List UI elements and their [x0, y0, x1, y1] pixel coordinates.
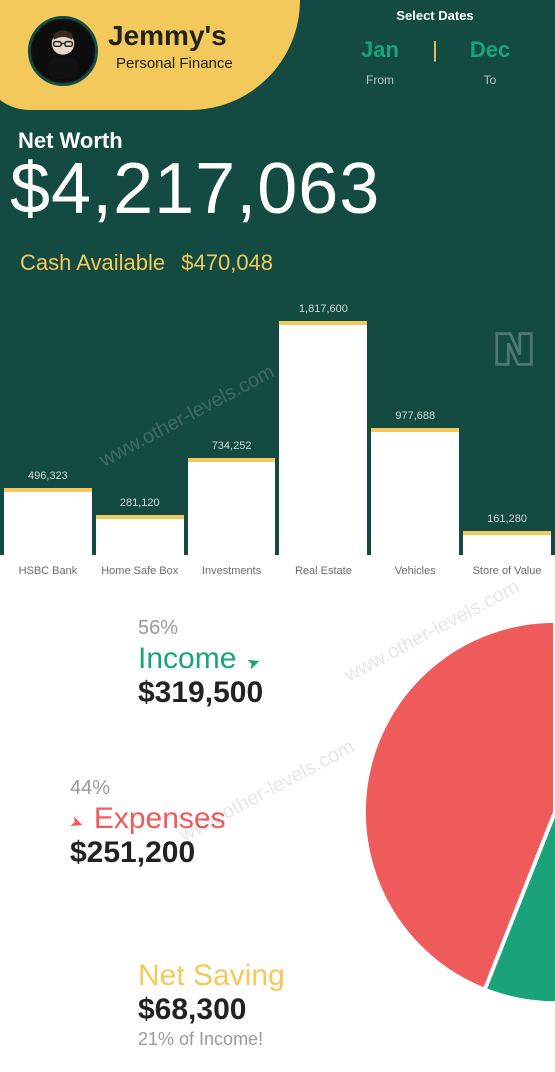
income-arrow-icon: ➤: [244, 651, 263, 674]
x-tick: Home Safe Box: [96, 565, 184, 577]
net-worth-value: $4,217,063: [10, 148, 380, 230]
expenses-title: Expenses: [94, 802, 226, 835]
income-pct: 56%: [138, 617, 263, 640]
x-tick: Store of Value: [463, 565, 551, 577]
date-from-value[interactable]: Jan: [340, 37, 420, 63]
x-tick: Vehicles: [371, 565, 459, 577]
avatar: [28, 16, 98, 86]
bar-value-label: 281,120: [96, 497, 184, 509]
date-to-value[interactable]: Dec: [450, 37, 530, 63]
expenses-pct: 44%: [70, 777, 226, 800]
date-from-label: From: [340, 73, 420, 87]
x-tick: Real Estate: [279, 565, 367, 577]
bar-investments: 734,252: [188, 458, 276, 555]
bar-vehicles: 977,688: [371, 428, 459, 555]
bar-value-label: 1,817,600: [279, 303, 367, 315]
cash-available-value: $470,048: [181, 250, 273, 275]
income-expense-pie-chart: [360, 617, 555, 1007]
x-tick: HSBC Bank: [4, 565, 92, 577]
cash-available-row: Cash Available $470,048: [20, 250, 273, 276]
net-saving-title: Net Saving: [138, 959, 285, 993]
expenses-arrow-icon: ➤: [67, 811, 86, 834]
income-title: Income: [138, 642, 236, 675]
bar-value-label: 977,688: [371, 410, 459, 422]
top-panel: Jemmy's Personal Finance Select Dates Ja…: [0, 0, 555, 555]
date-to-label: To: [450, 73, 530, 87]
bar-value-label: 734,252: [188, 440, 276, 452]
bar-hsbc-bank: 496,323: [4, 488, 92, 555]
expenses-value: $251,200: [70, 836, 226, 870]
bar-chart-x-axis: HSBC Bank Home Safe Box InvestmentsReal Es…: [0, 555, 555, 577]
bar-value-label: 496,323: [4, 470, 92, 482]
bar-real-estate: 1,817,600: [279, 321, 367, 555]
income-block: 56% Income ➤ $319,500: [138, 617, 263, 710]
expenses-block: 44% ➤ Expenses $251,200: [70, 777, 226, 870]
date-selector: Select Dates Jan | Dec From To: [340, 8, 530, 87]
date-separator: |: [432, 37, 438, 63]
bar-value-label: 161,280: [463, 513, 551, 525]
net-worth-bar-chart: 496,323281,120734,2521,817,600977,688161…: [0, 305, 555, 555]
net-saving-note: 21% of Income!: [138, 1029, 285, 1050]
net-saving-value: $68,300: [138, 993, 285, 1027]
income-value: $319,500: [138, 676, 263, 710]
bar-store-of-value: 161,280: [463, 531, 551, 555]
bottom-panel: 56% Income ➤ $319,500 44% ➤ Expenses $25…: [0, 577, 555, 1072]
owner-subtitle: Personal Finance: [116, 55, 233, 72]
net-saving-block: Net Saving $68,300 21% of Income!: [138, 959, 285, 1050]
x-tick: Investments: [188, 565, 276, 577]
dates-title: Select Dates: [340, 8, 530, 23]
owner-name: Jemmy's: [108, 20, 227, 52]
cash-available-label: Cash Available: [20, 250, 165, 275]
bar-home-safe-box: 281,120: [96, 515, 184, 555]
